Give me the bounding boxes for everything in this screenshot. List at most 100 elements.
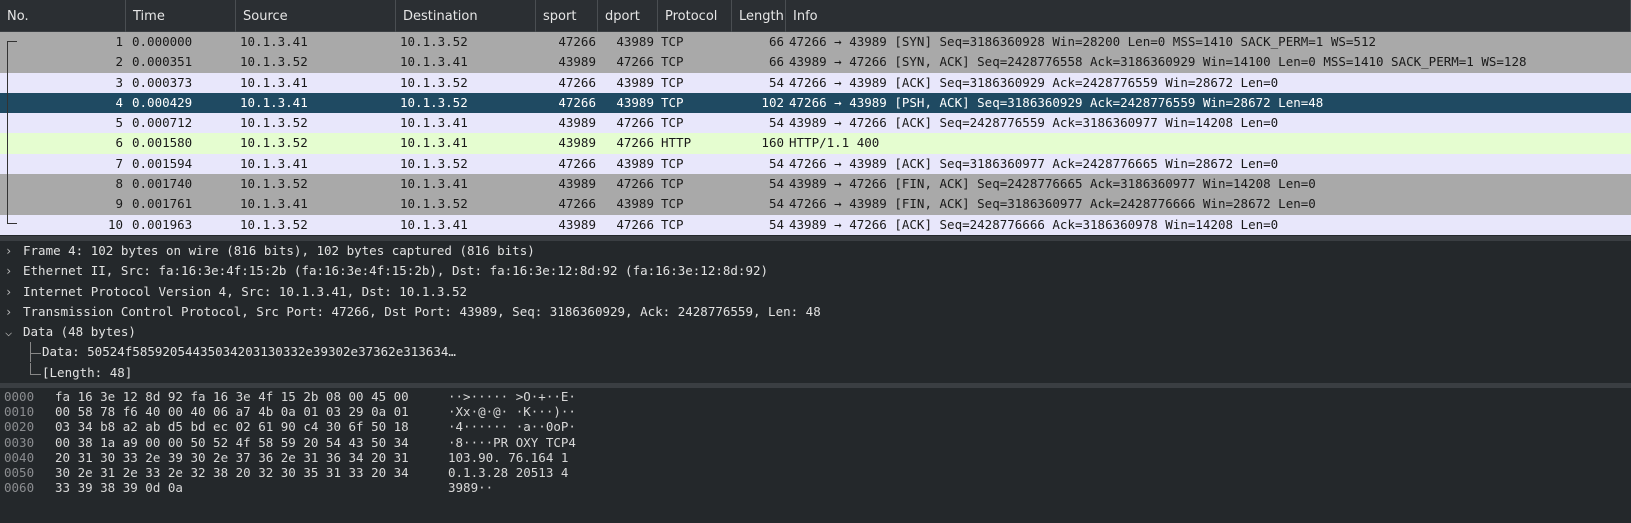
hex-offset: 0060 [4,480,35,496]
packet-row[interactable]: 5 0.000712 10.1.3.52 10.1.3.41 43989 47266 TCP… [0,113,1631,134]
chevron-right-icon[interactable]: › [5,302,17,322]
packet-no-cell: 3 [115,74,123,90]
column-header-sport[interactable]: sport [536,0,598,32]
chevron-down-icon[interactable]: ⌵ [5,322,17,342]
packet-no-cell: 10 [107,216,123,232]
detail-text: Data: 50524f58592054435034203130332e3930… [42,344,456,360]
packet-info-cell: 47266 → 43989 [ACK] Seq=3186360929 Ack=2… [789,74,1279,90]
chevron-right-icon[interactable]: › [5,282,17,302]
packet-info-cell: 43989 → 47266 [FIN, ACK] Seq=2428776665 … [789,176,1316,192]
hex-bytes: 00 58 78 f6 40 00 40 06 a7 4b 0a 01 03 2… [55,404,409,420]
column-header-src[interactable]: Source [236,0,396,32]
packet-bytes-pane: 0000 fa 16 3e 12 8d 92 fa 16 3e 4f 15 2b … [0,388,1631,523]
hex-row[interactable]: 0030 00 38 1a a9 00 00 50 52 4f 58 59 20 … [0,435,1631,450]
packet-no-cell: 2 [115,54,123,70]
hex-ascii: ··>····· >O·+··E· [448,389,576,404]
packet-list-rows: 1 0.000000 10.1.3.41 10.1.3.52 47266 43989 TCP… [0,32,1631,235]
column-header-dport[interactable]: dport [598,0,658,32]
packet-len-cell: 54 [768,74,784,90]
packet-info-cell: HTTP/1.1 400 [789,135,880,151]
packet-len-cell: 54 [768,115,784,131]
packet-proto-cell: TCP [661,74,684,90]
column-header-proto[interactable]: Protocol [658,0,732,32]
packet-len-cell: 160 [761,135,784,151]
packet-sport-cell: 47266 [558,34,596,49]
packet-no-cell: 4 [115,94,123,110]
packet-row[interactable]: 10 0.001963 10.1.3.52 10.1.3.41 43989 47266 TC… [0,214,1631,235]
packet-time-cell: 0.000000 [132,34,193,49]
detail-tree-row[interactable]: › Ethernet II, Src: fa:16:3e:4f:15:2b (fa… [0,261,1631,281]
packet-proto-cell: TCP [661,196,684,212]
packet-no-cell: 9 [115,196,123,212]
packet-row[interactable]: 1 0.000000 10.1.3.41 10.1.3.52 47266 43989 TCP… [0,32,1631,53]
hex-row[interactable]: 0020 03 34 b8 a2 ab d5 bd ec 02 61 90 c4 … [0,419,1631,434]
chevron-right-icon[interactable]: › [5,241,17,261]
hex-offset: 0010 [4,404,35,420]
hex-offset: 0030 [4,434,35,450]
packet-src-cell: 10.1.3.41 [240,74,308,90]
hex-bytes: 20 31 30 33 2e 39 30 2e 37 36 2e 31 36 3… [55,449,409,465]
hex-row[interactable]: 0040 20 31 30 33 2e 39 30 2e 37 36 2e 31 … [0,450,1631,465]
packet-time-cell: 0.001594 [132,155,193,171]
detail-tree-row[interactable]: › Internet Protocol Version 4, Src: 10.1.… [0,282,1631,302]
detail-field-row[interactable]: Data: 50524f58592054435034203130332e3930… [0,342,1631,363]
packet-dport-cell: 43989 [616,196,654,212]
packet-dst-cell: 10.1.3.41 [400,115,468,131]
packet-row[interactable]: 2 0.000351 10.1.3.52 10.1.3.41 43989 47266 TCP… [0,52,1631,73]
detail-text: Data (48 bytes) [23,324,136,340]
packet-row[interactable]: 9 0.001761 10.1.3.41 10.1.3.52 47266 43989 TCP… [0,194,1631,215]
packet-len-cell: 54 [768,196,784,212]
hex-ascii: ·4······ ·a··0oP· [448,419,576,435]
packet-dst-cell: 10.1.3.52 [400,94,468,110]
packet-row[interactable]: 7 0.001594 10.1.3.41 10.1.3.52 47266 43989 TCP… [0,153,1631,175]
packet-sport-cell: 47266 [558,155,596,171]
packet-time-cell: 0.001963 [132,216,193,232]
hex-row[interactable]: 0060 33 39 38 39 0d 0a 3989·· [0,480,1631,495]
detail-tree-row[interactable]: › Frame 4: 102 bytes on wire (816 bits), … [0,241,1631,261]
hex-bytes: 00 38 1a a9 00 00 50 52 4f 58 59 20 54 4… [55,434,409,450]
detail-field-row[interactable]: [Length: 48] [0,362,1631,383]
column-header-no[interactable]: No. [0,0,126,32]
packet-row[interactable]: 8 0.001740 10.1.3.52 10.1.3.41 43989 47266 TCP… [0,174,1631,195]
packet-row[interactable]: 3 0.000373 10.1.3.41 10.1.3.52 47266 43989 TCP… [0,72,1631,93]
packet-proto-cell: TCP [661,94,684,110]
packet-dport-cell: 43989 [616,74,654,90]
packet-dport-cell: 47266 [616,216,654,232]
column-header-len[interactable]: Length [732,0,786,32]
detail-text: Internet Protocol Version 4, Src: 10.1.3… [23,283,468,299]
packet-sport-cell: 47266 [558,94,596,110]
packet-proto-cell: TCP [661,176,684,192]
packet-src-cell: 10.1.3.41 [240,155,308,171]
packet-no-cell: 8 [115,176,123,192]
packet-proto-cell: TCP [661,115,684,131]
detail-tree-row[interactable]: › Transmission Control Protocol, Src Port… [0,302,1631,322]
packet-info-cell: 47266 → 43989 [FIN, ACK] Seq=3186360977 … [789,196,1316,212]
packet-sport-cell: 47266 [558,74,596,90]
hex-row[interactable]: 0000 fa 16 3e 12 8d 92 fa 16 3e 4f 15 2b … [0,389,1631,404]
packet-row[interactable]: 4 0.000429 10.1.3.41 10.1.3.52 47266 43989 TCP… [0,92,1631,114]
hex-bytes: 33 39 38 39 0d 0a [55,480,183,496]
packet-info-cell: 43989 → 47266 [SYN, ACK] Seq=2428776558 … [789,54,1527,70]
packet-time-cell: 0.000373 [132,74,193,90]
hex-row[interactable]: 0010 00 58 78 f6 40 00 40 06 a7 4b 0a 01 … [0,404,1631,419]
packet-dport-cell: 47266 [616,115,654,131]
packet-time-cell: 0.001740 [132,176,193,192]
packet-dst-cell: 10.1.3.52 [400,74,468,90]
hex-row[interactable]: 0050 30 2e 31 2e 33 2e 32 38 20 32 30 35 … [0,465,1631,480]
packet-no-cell: 1 [115,34,123,49]
column-header-info[interactable]: Info [786,0,1631,32]
packet-time-cell: 0.000429 [132,94,193,110]
packet-info-cell: 47266 → 43989 [ACK] Seq=3186360977 Ack=2… [789,155,1279,171]
packet-len-cell: 54 [768,216,784,232]
detail-tree-row[interactable]: ⌵ Data (48 bytes) [0,322,1631,342]
column-header-time[interactable]: Time [126,0,236,32]
hex-ascii: 0.1.3.28 20513 4 [448,464,569,480]
packet-proto-cell: TCP [661,216,684,232]
chevron-right-icon[interactable]: › [5,261,17,281]
packet-info-cell: 43989 → 47266 [ACK] Seq=2428776666 Ack=3… [789,216,1279,232]
conversation-bracket [7,41,17,224]
detail-text: [Length: 48] [42,364,133,380]
packet-sport-cell: 43989 [558,115,596,131]
packet-row[interactable]: 6 0.001580 10.1.3.52 10.1.3.41 43989 47266 HTT… [0,133,1631,154]
column-header-dst[interactable]: Destination [396,0,536,32]
